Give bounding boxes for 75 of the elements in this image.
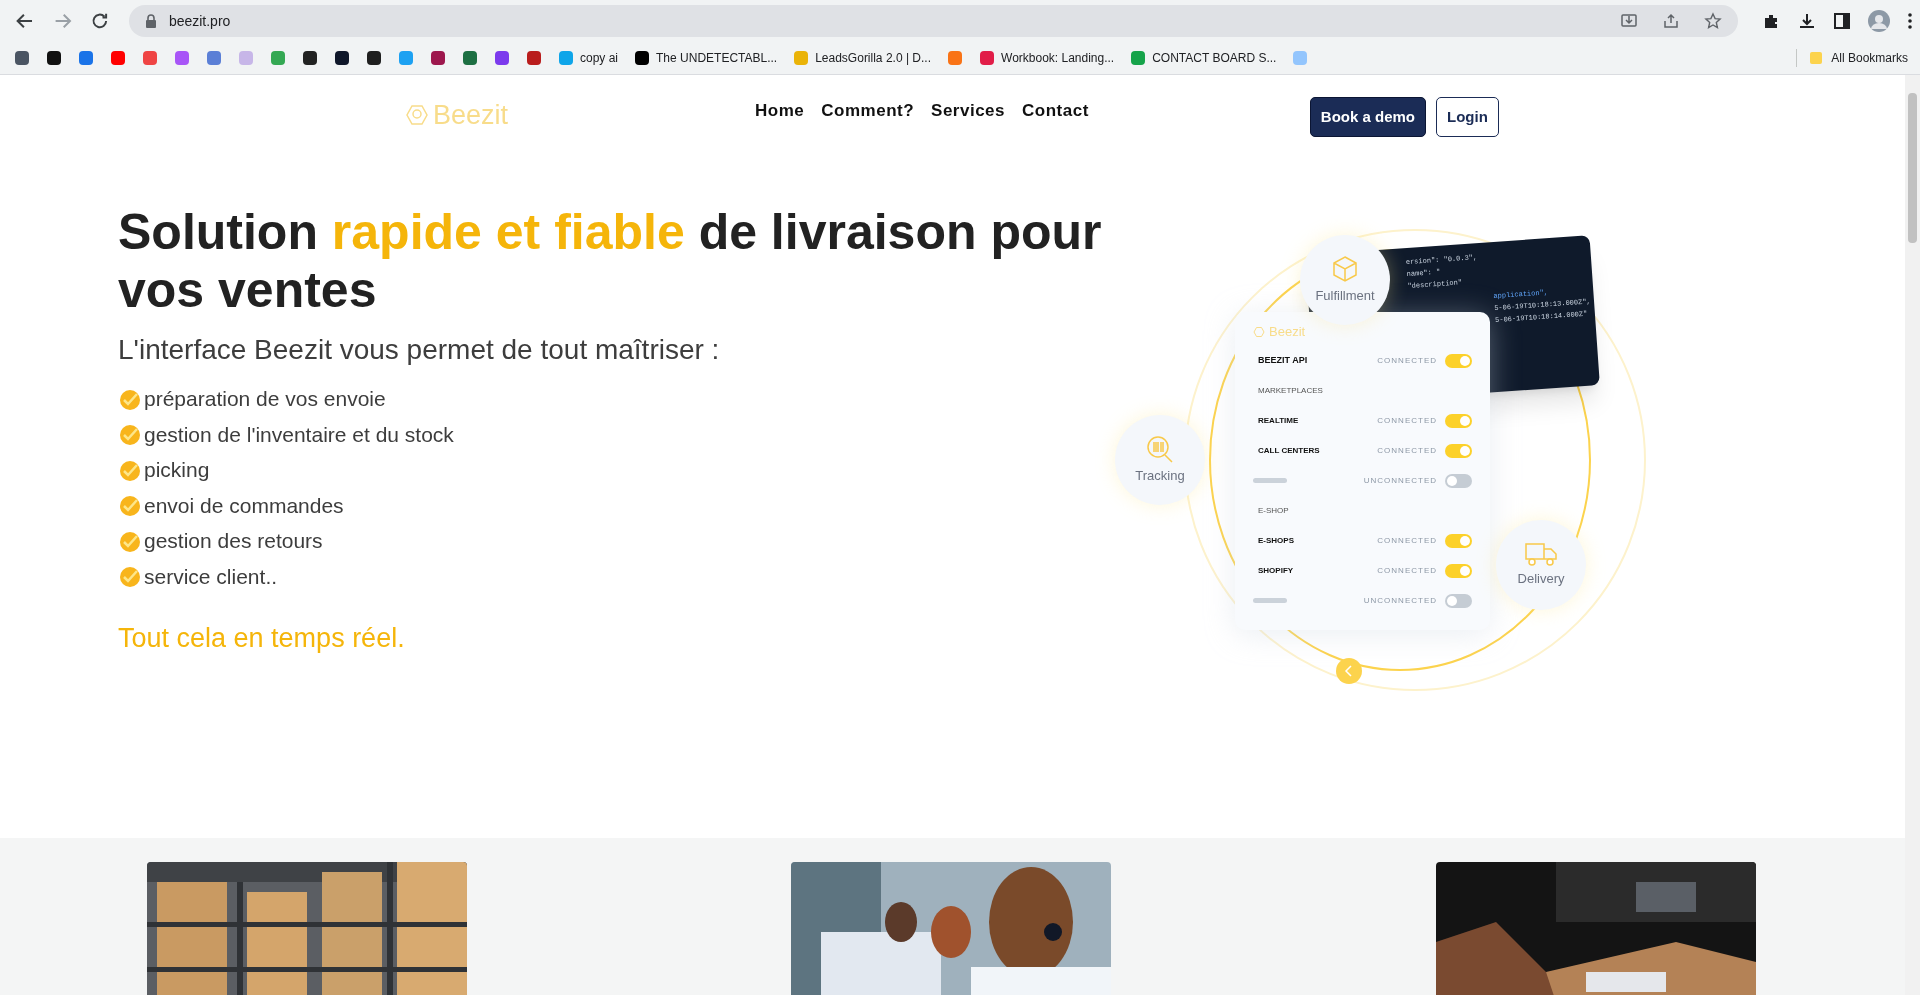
- check-icon: [118, 493, 142, 518]
- bookmark-icon[interactable]: [302, 50, 318, 66]
- side-panel-icon[interactable]: [1834, 13, 1850, 29]
- bookmark[interactable]: copy ai: [558, 49, 619, 67]
- feature-text: gestion de l'inventaire et du stock: [144, 421, 454, 448]
- toggle-switch[interactable]: [1445, 473, 1472, 488]
- integration-label: CALL CENTERS: [1257, 444, 1320, 457]
- placeholder-bar: [1253, 598, 1287, 603]
- section-label: MARKETPLACES: [1257, 384, 1323, 397]
- bookmark[interactable]: The UNDETECTABL...: [634, 49, 778, 67]
- bookmark[interactable]: LeadsGorilla 2.0 | D...: [793, 49, 931, 67]
- hero-subtitle: L'interface Beezit vous permet de tout maîtriser :: [118, 333, 721, 367]
- menu-icon[interactable]: [1908, 13, 1912, 29]
- panel-logo: Beezit: [1269, 323, 1306, 341]
- share-icon[interactable]: [1662, 12, 1680, 30]
- nav-link[interactable]: Comment?: [821, 98, 915, 124]
- integration-label: REALTIME: [1257, 414, 1299, 427]
- extensions-icon[interactable]: [1762, 12, 1780, 30]
- folder-icon: [1809, 51, 1824, 65]
- avatar-icon[interactable]: [1868, 10, 1890, 32]
- feature-text: gestion des retours: [144, 528, 323, 554]
- bookmark-icon[interactable]: [334, 50, 350, 66]
- status-text: CONNECTED: [1377, 444, 1437, 457]
- status-text: CONNECTED: [1377, 354, 1437, 367]
- tagline: Tout cela en temps réel.: [118, 622, 406, 655]
- bookmark[interactable]: CONTACT BOARD S...: [1130, 49, 1277, 67]
- toggle-switch[interactable]: [1445, 563, 1472, 578]
- status-text: UNCONNECTED: [1363, 474, 1437, 487]
- download-icon[interactable]: [1798, 12, 1816, 30]
- feature-bubble: Fulfillment: [1300, 235, 1390, 325]
- scrollbar-thumb[interactable]: [1908, 93, 1917, 243]
- nav-link[interactable]: Contact: [1022, 98, 1089, 124]
- hero-heading: Solution rapide et fiable de livraison pour vos ventes: [118, 203, 1103, 319]
- barcode-search-icon: [1145, 434, 1175, 465]
- toggle-switch[interactable]: [1445, 353, 1472, 368]
- integration-label: E-SHOPS: [1257, 534, 1294, 547]
- status-text: UNCONNECTED: [1363, 594, 1437, 607]
- feature-text: picking: [144, 457, 210, 483]
- book-demo-button[interactable]: Book a demo: [1309, 97, 1426, 137]
- address-bar[interactable]: beezit.pro: [128, 5, 1738, 37]
- star-icon[interactable]: [1704, 12, 1722, 30]
- toggle-switch[interactable]: [1445, 413, 1472, 428]
- bookmark-icon[interactable]: [430, 50, 446, 66]
- integration-label: BEEZIT API: [1257, 353, 1308, 367]
- bookmark-icon[interactable]: [366, 50, 382, 66]
- bookmark-icon[interactable]: [14, 50, 30, 66]
- bookmark[interactable]: Workbook: Landing...: [979, 49, 1115, 67]
- login-button[interactable]: Login: [1436, 97, 1499, 137]
- integration-label: SHOPIFY: [1257, 564, 1294, 577]
- feature-text: envoi de commandes: [144, 492, 344, 519]
- feature-text: préparation de vos envoie: [144, 386, 386, 412]
- placeholder-bar: [1253, 478, 1287, 483]
- url-text: beezit.pro: [168, 11, 231, 31]
- section-label: E-SHOP: [1257, 504, 1289, 517]
- bookmark-icon[interactable]: [46, 50, 62, 66]
- status-text: CONNECTED: [1377, 564, 1437, 577]
- feature-bubble: Tracking: [1115, 415, 1205, 505]
- toggle-switch[interactable]: [1445, 443, 1472, 458]
- lock-icon: [144, 14, 157, 28]
- feature-text: service client..: [144, 563, 278, 590]
- install-icon[interactable]: [1620, 12, 1638, 30]
- status-text: CONNECTED: [1377, 414, 1437, 427]
- logo-icon: [1253, 325, 1265, 338]
- box-icon: [1330, 254, 1360, 285]
- check-icon: [118, 422, 142, 447]
- nav-link[interactable]: Services: [931, 98, 1005, 124]
- check-icon: [118, 564, 142, 589]
- toggle-switch[interactable]: [1445, 533, 1472, 548]
- toggle-switch[interactable]: [1445, 593, 1472, 608]
- all-bookmarks[interactable]: All Bookmarks: [1809, 49, 1908, 67]
- nav-link[interactable]: Home: [755, 98, 805, 124]
- truck-icon: [1524, 541, 1558, 568]
- status-text: CONNECTED: [1377, 534, 1437, 547]
- feature-bubble: Delivery: [1496, 520, 1586, 610]
- logo-icon: [405, 103, 429, 127]
